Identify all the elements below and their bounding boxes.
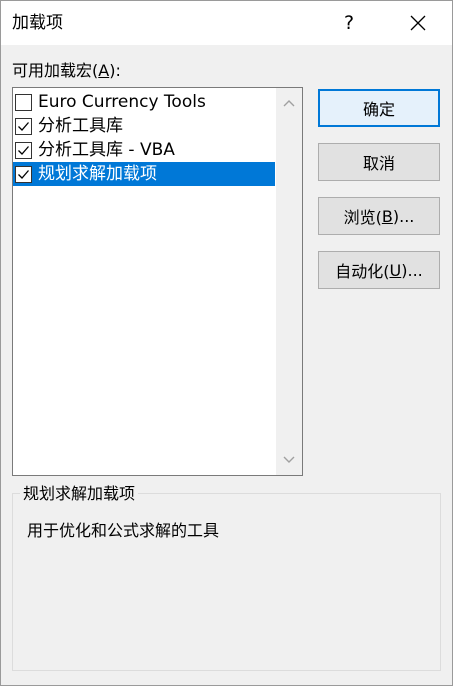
window-title: 加载项 [12, 13, 63, 33]
addin-label: Euro Currency Tools [38, 92, 206, 112]
available-addins-label: 可用加载宏(A): [12, 61, 121, 80]
cancel-button[interactable]: 取消 [318, 143, 440, 181]
addins-listbox[interactable]: Euro Currency Tools 分析工具库分析工具库 - VBA 规划求解加… [12, 87, 303, 476]
addin-label: 规划求解加载项 [38, 164, 157, 184]
addin-label: 分析工具库 [38, 116, 123, 136]
automation-button[interactable]: 自动化(U)... [318, 251, 440, 289]
browse-button[interactable]: 浏览(B)... [318, 197, 440, 235]
addins-list: Euro Currency Tools 分析工具库分析工具库 - VBA 规划求解加… [13, 90, 275, 186]
addin-checkbox[interactable] [15, 93, 32, 111]
vertical-scrollbar[interactable] [276, 88, 302, 475]
help-button[interactable]: ? [329, 1, 369, 45]
title-bar: 加载项 ? [1, 1, 452, 45]
details-description: 用于优化和公式求解的工具 [27, 521, 220, 540]
addin-list-item[interactable]: Euro Currency Tools [13, 90, 275, 114]
addin-list-item[interactable]: 分析工具库 - VBA [13, 138, 275, 162]
addin-checkbox[interactable] [15, 141, 32, 159]
addin-label: 分析工具库 - VBA [38, 140, 175, 160]
details-title: 规划求解加载项 [20, 484, 139, 504]
chevron-up-icon [283, 100, 295, 107]
addin-list-item[interactable]: 规划求解加载项 [13, 162, 275, 186]
checkmark-icon [18, 169, 29, 179]
chevron-down-icon [283, 456, 295, 463]
ok-button[interactable]: 确定 [318, 89, 440, 127]
scroll-up-button[interactable] [276, 90, 302, 116]
scroll-down-button[interactable] [276, 447, 302, 473]
addin-checkbox[interactable] [15, 165, 32, 183]
close-button[interactable] [395, 1, 441, 45]
close-icon [410, 15, 426, 31]
addin-checkbox[interactable] [15, 117, 32, 135]
checkmark-icon [18, 121, 29, 131]
addin-list-item[interactable]: 分析工具库 [13, 114, 275, 138]
add-ins-dialog: 加载项 ? 可用加载宏(A): Euro Currency Tools 分析工具库… [0, 0, 453, 686]
checkmark-icon [18, 145, 29, 155]
